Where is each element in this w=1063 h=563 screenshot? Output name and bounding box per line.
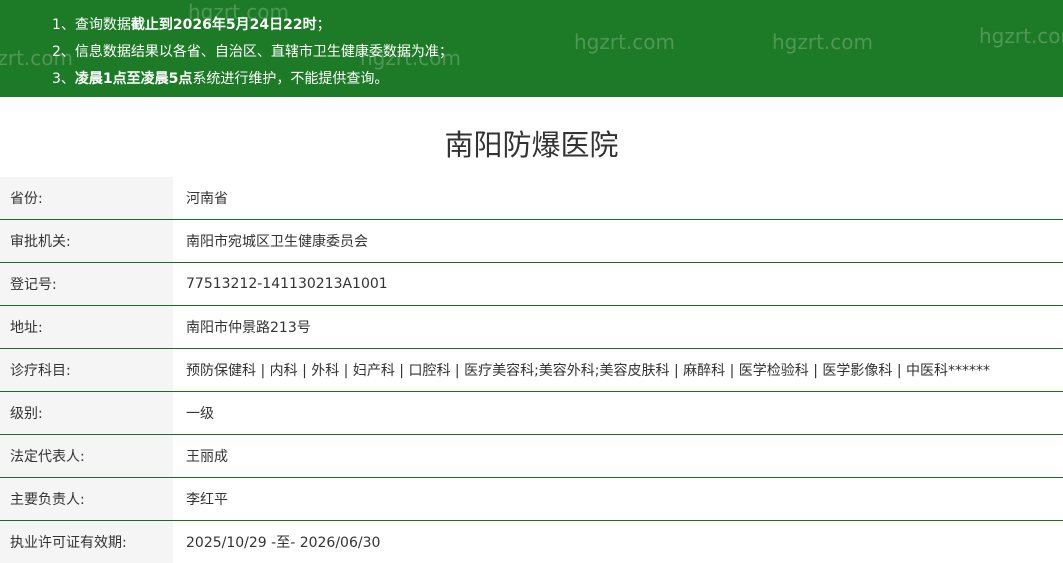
watermark: hgzrt.com	[979, 24, 1063, 48]
row-value: 一级	[173, 392, 1063, 435]
notice-item: 2、信息数据结果以各省、自治区、直辖市卫生健康委数据为准；	[52, 39, 453, 66]
row-value: 王丽成	[173, 435, 1063, 478]
row-label: 法定代表人:	[0, 435, 173, 478]
table-row: 执业许可证有效期: 2025/10/29 -至- 2026/06/30	[0, 521, 1063, 563]
row-value: 李红平	[173, 478, 1063, 521]
table-row: 法定代表人: 王丽成	[0, 435, 1063, 478]
row-label: 登记号:	[0, 263, 173, 306]
row-label: 诊疗科目:	[0, 349, 173, 392]
table-row: 主要负责人: 李红平	[0, 478, 1063, 521]
row-value: 预防保健科 | 内科 | 外科 | 妇产科 | 口腔科 | 医疗美容科;美容外科…	[173, 349, 1063, 392]
row-value: 2025/10/29 -至- 2026/06/30	[173, 521, 1063, 563]
table-row: 地址: 南阳市仲景路213号	[0, 306, 1063, 349]
table-row: 级别: 一级	[0, 392, 1063, 435]
hospital-name: 南阳防爆医院	[0, 97, 1063, 177]
notice-item: 1、查询数据截止到2026年5月24日22时；	[52, 12, 453, 39]
table-row: 登记号: 77513212-141130213A1001	[0, 263, 1063, 306]
watermark: hgzrt.com	[772, 30, 873, 54]
watermark: hgzrt.com	[574, 30, 675, 54]
row-label: 执业许可证有效期:	[0, 521, 173, 563]
notice-banner: hgzrt.com hgzrt.com hgzrt.com hgzrt.com …	[0, 0, 1063, 97]
row-value: 南阳市仲景路213号	[173, 306, 1063, 349]
table-row: 诊疗科目: 预防保健科 | 内科 | 外科 | 妇产科 | 口腔科 | 医疗美容…	[0, 349, 1063, 392]
row-value: 77513212-141130213A1001	[173, 263, 1063, 306]
table-row: 省份: 河南省	[0, 177, 1063, 220]
row-label: 审批机关:	[0, 220, 173, 263]
hospital-info-table: 省份: 河南省 审批机关: 南阳市宛城区卫生健康委员会 登记号: 7751321…	[0, 177, 1063, 563]
notice-item: 3、凌晨1点至凌晨5点系统进行维护，不能提供查询。	[52, 66, 453, 93]
row-label: 省份:	[0, 177, 173, 220]
row-label: 级别:	[0, 392, 173, 435]
row-label: 地址:	[0, 306, 173, 349]
table-row: 审批机关: 南阳市宛城区卫生健康委员会	[0, 220, 1063, 263]
notice-list: 1、查询数据截止到2026年5月24日22时； 2、信息数据结果以各省、自治区、…	[52, 12, 453, 93]
row-value: 河南省	[173, 177, 1063, 220]
row-label: 主要负责人:	[0, 478, 173, 521]
row-value: 南阳市宛城区卫生健康委员会	[173, 220, 1063, 263]
